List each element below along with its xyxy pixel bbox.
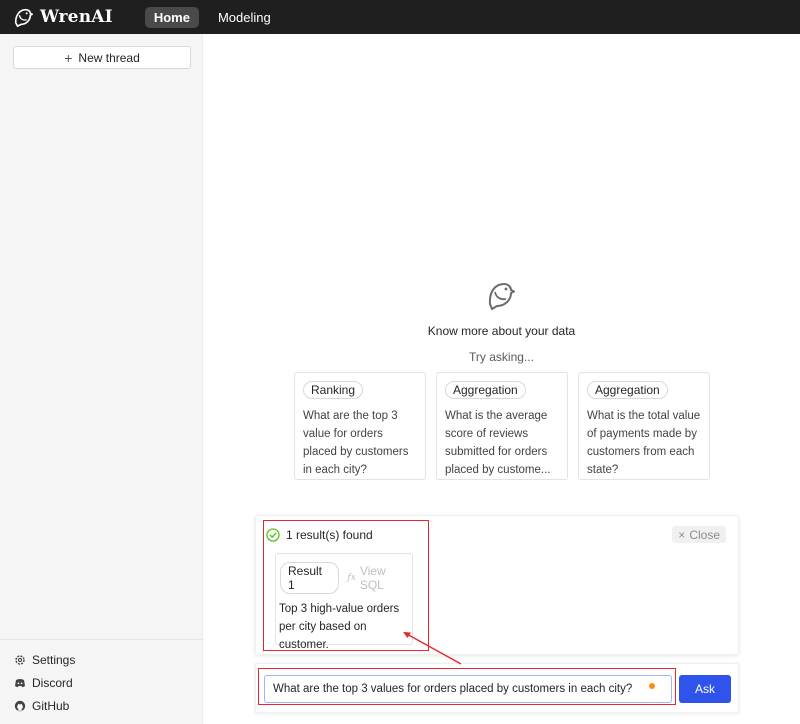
suggestion-text: What is the average score of reviews sub… — [445, 410, 551, 476]
nav-tab-modeling[interactable]: Modeling — [209, 7, 280, 28]
app-name: WrenAI — [40, 7, 113, 27]
new-thread-button[interactable]: + New thread — [13, 46, 191, 69]
sidebar-item-label: GitHub — [32, 698, 70, 713]
nav-tab-home[interactable]: Home — [144, 6, 199, 28]
discord-icon — [15, 678, 25, 687]
wren-bird-icon — [488, 283, 515, 310]
question-input[interactable] — [264, 675, 672, 703]
new-thread-label: New thread — [78, 50, 140, 65]
sidebar-footer: Settings Discord GitHub — [0, 639, 203, 717]
suggestion-tag: Aggregation — [587, 381, 668, 399]
sidebar-item-github[interactable]: GitHub — [0, 694, 203, 717]
sidebar-item-discord[interactable]: Discord — [0, 671, 203, 694]
close-button[interactable]: × Close — [672, 526, 726, 543]
result-tag: Result 1 — [280, 562, 340, 594]
github-icon — [14, 700, 26, 711]
results-count-label: 1 result(s) found — [286, 528, 373, 542]
gear-icon — [15, 654, 25, 665]
main-content: Know more about your data Try asking... … — [203, 34, 800, 724]
fx-icon: fx — [347, 573, 356, 583]
suggestion-tag: Ranking — [303, 381, 364, 399]
plus-icon: + — [64, 49, 73, 66]
result-summary: Top 3 high-value orders per city based o… — [279, 603, 400, 651]
status-dot-icon — [649, 683, 655, 689]
top-navigation-bar: WrenAI Home Modeling — [0, 0, 800, 34]
results-status: 1 result(s) found — [266, 528, 373, 542]
suggestion-tag: Aggregation — [445, 381, 526, 399]
suggestion-text: What is the total value of payments made… — [587, 410, 701, 476]
wren-bird-icon — [14, 8, 33, 27]
app-logo[interactable]: WrenAI — [12, 6, 113, 28]
empty-state-subtitle: Try asking... — [469, 350, 534, 364]
close-icon: × — [678, 527, 686, 542]
sidebar: + New thread Settings Discord GitHub — [0, 34, 203, 724]
view-sql-label: View SQL — [359, 564, 386, 592]
check-circle-icon — [266, 528, 280, 542]
suggestion-card[interactable]: Aggregation What is the total value of p… — [578, 372, 710, 480]
empty-state-title: Know more about your data — [427, 324, 576, 338]
close-label: Close — [689, 527, 720, 542]
annotation-arrow-icon — [403, 632, 462, 665]
view-sql-button[interactable]: fx View SQL — [347, 564, 412, 592]
suggestion-card[interactable]: Aggregation What is the average score of… — [436, 372, 568, 480]
sidebar-item-label: Settings — [32, 652, 76, 667]
search-results-panel: 1 result(s) found × Close Result 1 fx Vi… — [255, 515, 739, 655]
sidebar-item-settings[interactable]: Settings — [0, 648, 203, 671]
sidebar-item-label: Discord — [32, 675, 73, 690]
ask-button[interactable]: Ask — [679, 675, 731, 703]
suggestion-card[interactable]: Ranking What are the top 3 value for ord… — [294, 372, 426, 480]
suggestion-text: What are the top 3 value for orders plac… — [303, 410, 409, 476]
